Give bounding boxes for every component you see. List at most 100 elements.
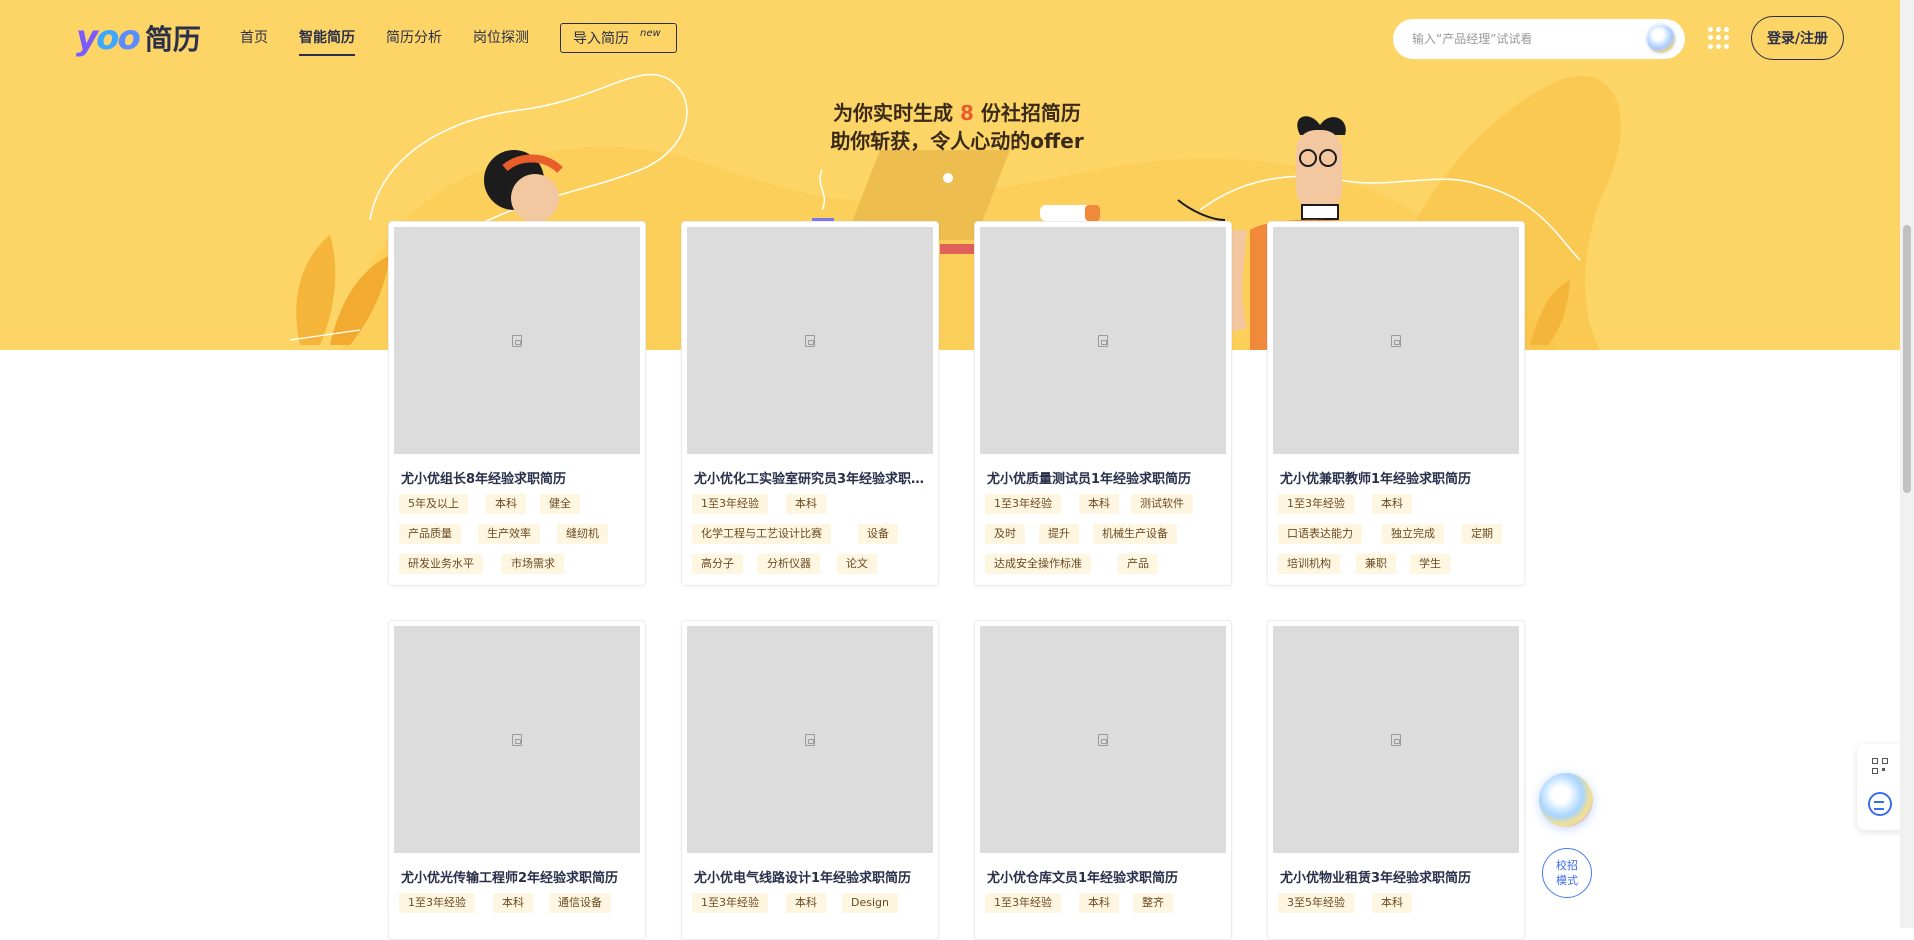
resume-thumbnail: [394, 227, 640, 454]
resume-thumb-icon: [1391, 334, 1401, 347]
resume-tag: 缝纫机: [557, 524, 608, 544]
resume-tag: 本科: [493, 893, 533, 913]
resume-tag: 学生: [1410, 554, 1450, 574]
new-badge: new: [637, 27, 664, 39]
resume-tag: 市场需求: [502, 554, 564, 574]
resume-tag: 论文: [837, 554, 877, 574]
qrcode-icon[interactable]: [1872, 758, 1888, 774]
resume-title: 尤小优电气线路设计1年经验求职简历: [694, 871, 912, 886]
resume-tag: 本科: [1372, 893, 1412, 913]
logo-mark: yoo: [76, 18, 141, 58]
main-nav: 首页 智能简历 简历分析 岗位探测 导入简历 new: [240, 22, 677, 56]
top-header: yoo 简历 首页 智能简历 简历分析 岗位探测 导入简历 new 登录/注册: [0, 0, 1900, 76]
resume-thumb-icon: [1098, 733, 1108, 746]
resume-tag: 本科: [786, 893, 826, 913]
resume-tag: Design: [842, 893, 898, 913]
slogan-prefix: 为你实时生成: [833, 101, 954, 125]
resume-tag: 设备: [858, 524, 898, 544]
slogan-line-1: 为你实时生成 8 份社招简历: [0, 97, 1914, 126]
nav-smart-resume[interactable]: 智能简历: [299, 22, 355, 56]
resume-thumbnail: [980, 227, 1226, 454]
resume-thumbnail: [687, 626, 933, 853]
login-register-button[interactable]: 登录/注册: [1751, 16, 1844, 60]
campus-mode-line-1: 校招: [1556, 859, 1578, 872]
resume-thumb-icon: [512, 334, 522, 347]
slogan-line-2: 助你斩获，令人心动的offer: [830, 129, 1084, 153]
resume-tag: 产品: [1118, 554, 1158, 574]
resume-title: 尤小优仓库文员1年经验求职简历: [987, 871, 1179, 886]
resume-tag: 1至3年经验: [692, 494, 768, 514]
import-resume-label: 导入简历: [573, 31, 629, 47]
nav-home[interactable]: 首页: [240, 22, 268, 54]
import-resume-button[interactable]: 导入简历 new: [560, 23, 677, 53]
resume-card[interactable]: 尤小优质量测试员1年经验求职简历 1至3年经验 本科 测试软件 及时 提升 机械…: [974, 221, 1232, 586]
resume-title: 尤小优组长8年经验求职简历: [401, 472, 567, 487]
resume-tag: 整齐: [1133, 893, 1173, 913]
resume-card[interactable]: 尤小优仓库文员1年经验求职简历 1至3年经验 本科 整齐: [974, 620, 1232, 940]
resume-title: 尤小优物业租赁3年经验求职简历: [1280, 871, 1472, 886]
resume-tag: 1至3年经验: [692, 893, 768, 913]
resume-tag: 健全: [540, 494, 580, 514]
search-input[interactable]: [1410, 31, 1644, 47]
resume-tag: 化学工程与工艺设计比赛: [692, 524, 831, 544]
resume-tag: 兼职: [1356, 554, 1396, 574]
resume-card[interactable]: 尤小优光传输工程师2年经验求职简历 1至3年经验 本科 通信设备: [388, 620, 646, 940]
resume-thumbnail: [687, 227, 933, 454]
resume-tag: 1至3年经验: [985, 494, 1061, 514]
resume-tag: 高分子: [692, 554, 743, 574]
resume-tag: 及时: [985, 524, 1025, 544]
resume-thumb-icon: [512, 733, 522, 746]
resume-title: 尤小优化工实验室研究员3年经验求职简历: [694, 472, 930, 487]
nav-resume-analysis[interactable]: 简历分析: [386, 22, 442, 54]
resume-tag: 1至3年经验: [399, 893, 475, 913]
resume-thumb-icon: [805, 334, 815, 347]
resume-tag: 本科: [786, 494, 826, 514]
resume-tag: 通信设备: [549, 893, 611, 913]
resume-tag: 5年及以上: [399, 494, 468, 514]
resume-card[interactable]: 尤小优物业租赁3年经验求职简历 3至5年经验 本科: [1267, 620, 1525, 940]
resume-thumbnail: [1273, 626, 1519, 853]
resume-tag: 本科: [486, 494, 526, 514]
grid-apps-icon[interactable]: [1708, 27, 1730, 49]
page-scrollbar-thumb[interactable]: [1903, 225, 1911, 493]
resume-thumbnail: [980, 626, 1226, 853]
search-box: [1393, 19, 1685, 59]
side-tool-panel: [1857, 744, 1903, 830]
resume-thumbnail: [1273, 227, 1519, 454]
resume-thumb-icon: [1098, 334, 1108, 347]
resume-card[interactable]: 尤小优兼职教师1年经验求职简历 1至3年经验 本科 口语表达能力 独立完成 定期…: [1267, 221, 1525, 586]
resume-tag: 研发业务水平: [399, 554, 483, 574]
slogan-count: 8: [960, 101, 974, 125]
ai-orb-icon[interactable]: [1647, 25, 1675, 53]
resume-tag: 独立完成: [1382, 524, 1444, 544]
resume-card[interactable]: 尤小优电气线路设计1年经验求职简历 1至3年经验 本科 Design: [681, 620, 939, 940]
resume-card[interactable]: 尤小优组长8年经验求职简历 5年及以上 本科 健全 产品质量 生产效率 缝纫机 …: [388, 221, 646, 586]
resume-thumbnail: [394, 626, 640, 853]
site-logo[interactable]: yoo 简历: [76, 18, 201, 58]
ai-assistant-orb-icon[interactable]: [1539, 773, 1593, 827]
resume-tag: 定期: [1462, 524, 1502, 544]
resume-tag: 本科: [1079, 494, 1119, 514]
resume-tag: 测试软件: [1131, 494, 1193, 514]
resume-title: 尤小优光传输工程师2年经验求职简历: [401, 871, 619, 886]
customer-service-icon[interactable]: [1868, 792, 1892, 816]
resume-tag: 机械生产设备: [1093, 524, 1177, 544]
resume-tag: 提升: [1039, 524, 1079, 544]
resume-tag: 3至5年经验: [1278, 893, 1354, 913]
resume-tag: 分析仪器: [758, 554, 820, 574]
slogan-suffix: 份社招简历: [980, 101, 1081, 125]
resume-card[interactable]: 尤小优化工实验室研究员3年经验求职简历 1至3年经验 本科 化学工程与工艺设计比…: [681, 221, 939, 586]
campus-mode-button[interactable]: 校招 模式: [1542, 848, 1592, 898]
resume-title: 尤小优质量测试员1年经验求职简历: [987, 472, 1192, 487]
resume-tag: 1至3年经验: [1278, 494, 1354, 514]
resume-tag: 口语表达能力: [1278, 524, 1362, 544]
nav-job-detect[interactable]: 岗位探测: [473, 22, 529, 54]
resume-tag: 产品质量: [399, 524, 461, 544]
resume-thumb-icon: [1391, 733, 1401, 746]
resume-tag: 1至3年经验: [985, 893, 1061, 913]
resume-tag: 生产效率: [478, 524, 540, 544]
campus-mode-line-2: 模式: [1556, 874, 1578, 887]
resume-tag: 达成安全操作标准: [985, 554, 1091, 574]
resume-thumb-icon: [805, 733, 815, 746]
resume-tag: 本科: [1372, 494, 1412, 514]
